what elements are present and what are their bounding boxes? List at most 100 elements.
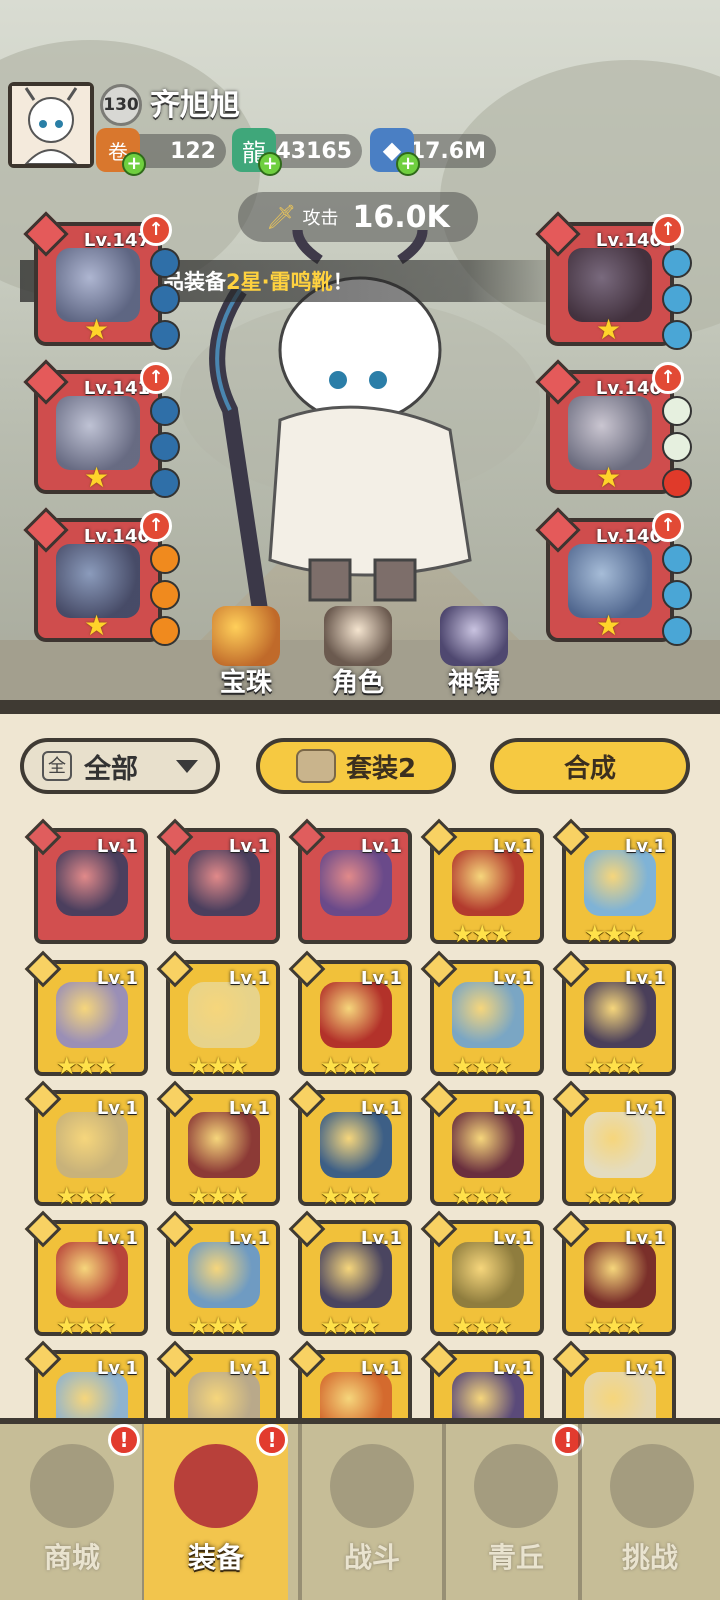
inventory-item[interactable]: Lv.1 bbox=[156, 818, 280, 944]
item-level: Lv.1 bbox=[96, 968, 138, 989]
upgrade-arrow-icon[interactable]: ↑ bbox=[140, 362, 172, 394]
inventory-item[interactable]: Lv.1 ★★★ bbox=[156, 1210, 280, 1340]
inventory-item[interactable]: Lv.1 ★★★ bbox=[156, 1080, 280, 1210]
item-level: Lv.1 bbox=[96, 1358, 138, 1379]
gem-socket-icon[interactable] bbox=[662, 320, 692, 350]
add-scroll-icon[interactable]: + bbox=[122, 152, 146, 176]
equip-star: ★ bbox=[596, 313, 622, 346]
mountain-icon bbox=[474, 1444, 558, 1528]
inventory-item[interactable]: Lv.1 bbox=[24, 1340, 148, 1438]
item-art-icon bbox=[56, 1242, 128, 1308]
item-type-icon bbox=[288, 1080, 326, 1118]
gem-socket-icon[interactable] bbox=[662, 544, 692, 574]
inventory-item[interactable]: Lv.1 bbox=[288, 1340, 412, 1438]
item-art-icon bbox=[188, 982, 260, 1048]
upgrade-arrow-icon[interactable]: ↑ bbox=[652, 214, 684, 246]
inventory-item[interactable]: Lv.1 ★★★ bbox=[552, 950, 676, 1080]
nav-label-qingqiu: 青丘 bbox=[487, 1541, 544, 1574]
gem-socket-icon[interactable] bbox=[150, 544, 180, 574]
inventory-item[interactable]: Lv.1 ★★★ bbox=[24, 1080, 148, 1210]
gem-socket-icon[interactable] bbox=[150, 616, 180, 646]
inventory-item[interactable]: Lv.1 ★★★ bbox=[24, 950, 148, 1080]
inventory-item[interactable]: Lv.1 ★★★ bbox=[552, 1210, 676, 1340]
inventory-item[interactable]: Lv.1 ★★★ bbox=[420, 818, 544, 948]
item-art-icon bbox=[452, 982, 524, 1048]
gem-socket-icon[interactable] bbox=[662, 396, 692, 426]
gem-socket-icon[interactable] bbox=[662, 616, 692, 646]
inventory-item[interactable]: Lv.1 bbox=[552, 1340, 676, 1438]
nav-label-challenge: 挑战 bbox=[621, 1541, 678, 1574]
add-crystal-icon[interactable]: + bbox=[396, 152, 420, 176]
gem-socket-icon[interactable] bbox=[150, 396, 180, 426]
gem-socket-icon[interactable] bbox=[662, 248, 692, 278]
item-stars: ★★★ bbox=[452, 1182, 513, 1210]
inventory-item[interactable]: Lv.1 ★★★ bbox=[288, 1210, 412, 1340]
inventory-item[interactable]: Lv.1 ★★★ bbox=[24, 1210, 148, 1340]
jade-dragon-icon[interactable]: 龍 + bbox=[232, 128, 282, 176]
nav-tab-equipment[interactable]: ! 装备 bbox=[144, 1424, 288, 1600]
gem-socket-icon[interactable] bbox=[662, 432, 692, 462]
character-button[interactable]: 角色 bbox=[298, 600, 418, 700]
equip-slot-helmet[interactable]: Lv.141 ↑ ★ bbox=[23, 359, 180, 498]
bow-icon bbox=[56, 248, 140, 322]
inventory-item[interactable]: Lv.1 ★★★ bbox=[288, 1080, 412, 1210]
item-level: Lv.1 bbox=[228, 1098, 270, 1119]
suit-button[interactable]: 套装2 bbox=[256, 738, 456, 794]
gem-socket-icon[interactable] bbox=[150, 468, 180, 498]
inventory-item[interactable]: Lv.1 ★★★ bbox=[552, 818, 676, 948]
equip-slot-bracer[interactable]: Lv.140 ↑ ★ bbox=[23, 507, 180, 646]
item-art-icon bbox=[188, 1242, 260, 1308]
equip-slot-belt[interactable]: Lv.140 ↑ ★ bbox=[535, 211, 692, 350]
equip-slot-bow[interactable]: Lv.147 ↑ ★ bbox=[23, 211, 180, 350]
nav-tab-qingqiu[interactable]: ! 青丘 bbox=[444, 1424, 588, 1600]
item-art-icon bbox=[320, 1242, 392, 1308]
player-avatar[interactable] bbox=[8, 82, 94, 168]
item-level: Lv.1 bbox=[360, 1098, 402, 1119]
nav-tab-shop[interactable]: ! 商城 bbox=[0, 1424, 144, 1600]
scroll-bag-icon[interactable]: 卷 + bbox=[96, 128, 146, 176]
equip-star: ★ bbox=[84, 313, 110, 346]
shop-alert-badge: ! bbox=[108, 1424, 140, 1456]
upgrade-arrow-icon[interactable]: ↑ bbox=[140, 510, 172, 542]
gem-socket-icon[interactable] bbox=[150, 320, 180, 350]
inventory-item[interactable]: Lv.1 ★★★ bbox=[552, 1080, 676, 1210]
challenge-icon bbox=[610, 1444, 694, 1528]
item-level: Lv.1 bbox=[360, 836, 402, 857]
gem-socket-icon[interactable] bbox=[662, 580, 692, 610]
gem-socket-icon[interactable] bbox=[662, 284, 692, 314]
inventory-item[interactable]: Lv.1 bbox=[24, 818, 148, 944]
gem-socket-icon[interactable] bbox=[662, 468, 692, 498]
nav-label-battle: 战斗 bbox=[343, 1541, 400, 1574]
pearl-button[interactable]: 宝珠 bbox=[186, 600, 306, 700]
upgrade-arrow-icon[interactable]: ↑ bbox=[652, 510, 684, 542]
upgrade-arrow-icon[interactable]: ↑ bbox=[140, 214, 172, 246]
boots-icon bbox=[568, 396, 652, 470]
inventory-item[interactable]: Lv.1 bbox=[420, 1340, 544, 1438]
upgrade-arrow-icon[interactable]: ↑ bbox=[652, 362, 684, 394]
item-art-icon bbox=[584, 1112, 656, 1178]
nav-tab-battle[interactable]: 战斗 bbox=[300, 1424, 444, 1600]
gem-socket-icon[interactable] bbox=[150, 580, 180, 610]
category-filter-dropdown[interactable]: 全 全部 bbox=[20, 738, 220, 794]
forge-button[interactable]: 神铸 bbox=[414, 600, 534, 700]
inventory-item[interactable]: Lv.1 bbox=[288, 818, 412, 944]
item-level: Lv.1 bbox=[228, 1228, 270, 1249]
item-type-icon bbox=[156, 1340, 194, 1378]
crystal-icon[interactable]: ◆ + bbox=[370, 128, 420, 176]
inventory-item[interactable]: Lv.1 bbox=[156, 1340, 280, 1438]
equip-slot-boots[interactable]: Lv.140 ↑ ★ bbox=[535, 359, 692, 498]
item-art-icon bbox=[320, 850, 392, 916]
inventory-item[interactable]: Lv.1 ★★★ bbox=[420, 1210, 544, 1340]
gem-socket-icon[interactable] bbox=[150, 284, 180, 314]
item-level: Lv.1 bbox=[624, 1358, 666, 1379]
gem-socket-icon[interactable] bbox=[150, 432, 180, 462]
inventory-item[interactable]: Lv.1 ★★★ bbox=[420, 1080, 544, 1210]
inventory-item[interactable]: Lv.1 ★★★ bbox=[288, 950, 412, 1080]
add-jade-icon[interactable]: + bbox=[258, 152, 282, 176]
inventory-item[interactable]: Lv.1 ★★★ bbox=[156, 950, 280, 1080]
equip-slot-amulet[interactable]: Lv.140 ↑ ★ bbox=[535, 507, 692, 646]
compose-button[interactable]: 合成 bbox=[490, 738, 690, 794]
nav-tab-challenge[interactable]: 挑战 bbox=[580, 1424, 720, 1600]
gem-socket-icon[interactable] bbox=[150, 248, 180, 278]
inventory-item[interactable]: Lv.1 ★★★ bbox=[420, 950, 544, 1080]
